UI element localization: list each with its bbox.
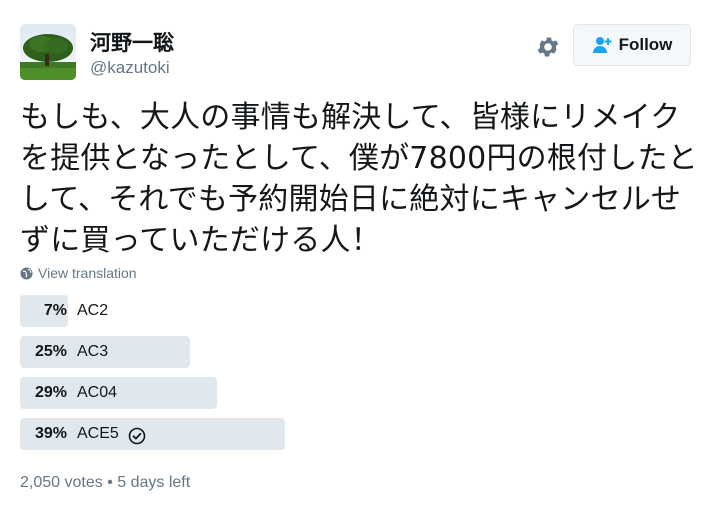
avatar[interactable] (20, 24, 76, 80)
globe-icon (20, 266, 33, 280)
poll-option-label: ACE5 (77, 425, 119, 442)
poll-percent: 39% (34, 425, 67, 442)
poll-option: 7% AC2 (20, 295, 700, 327)
view-translation-link[interactable]: View translation (20, 265, 137, 281)
poll-option: 25% AC3 (20, 336, 700, 368)
poll-percent: 25% (34, 343, 67, 360)
separator-dot: • (107, 474, 113, 491)
poll: 7% AC2 25% AC3 29% AC04 39% ACE5 (20, 295, 700, 459)
view-translation-label: View translation (38, 265, 137, 281)
poll-option: 29% AC04 (20, 377, 700, 409)
follow-button[interactable]: Follow (573, 24, 691, 66)
poll-percent: 7% (43, 302, 67, 319)
poll-time-left: 5 days left (117, 474, 191, 491)
check-circle-icon (128, 425, 146, 445)
poll-option: 39% ACE5 (20, 418, 700, 450)
poll-option-label: AC2 (77, 302, 109, 319)
poll-option-label: AC3 (77, 343, 109, 360)
avatar-tree-image (20, 24, 76, 80)
author-display-name[interactable]: 河野一聡 (90, 27, 174, 57)
poll-option-label: AC04 (77, 384, 118, 401)
follow-label: Follow (618, 35, 673, 54)
tweet-text: もしも、大人の事情も解決して、皆様にリメイクを提供となったとして、僕が7800円… (20, 100, 698, 258)
poll-footer: 2,050 votes • 5 days left (20, 474, 190, 492)
poll-percent: 29% (34, 384, 67, 401)
author-handle[interactable]: @kazutoki (90, 58, 170, 78)
gear-icon[interactable] (535, 34, 561, 60)
add-user-icon (592, 36, 612, 54)
poll-votes: 2,050 votes (20, 474, 103, 491)
